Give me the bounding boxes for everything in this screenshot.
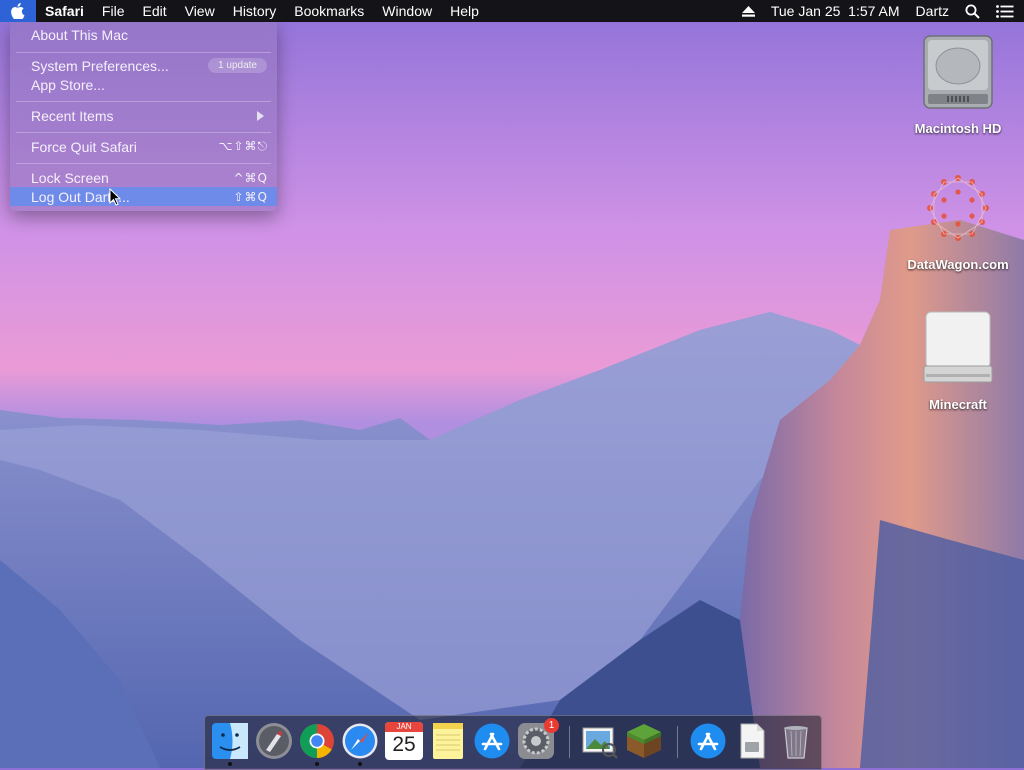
menu-separator <box>16 132 271 133</box>
notification-center-icon[interactable] <box>996 4 1014 18</box>
menu-help[interactable]: Help <box>441 0 488 22</box>
menu-separator <box>16 163 271 164</box>
preview-icon[interactable] <box>581 722 619 760</box>
desktop-item-macintosh-hd[interactable]: Macintosh HD <box>903 32 1013 136</box>
menu-item-label: Recent Items <box>31 107 114 124</box>
menu-item-label: App Store... <box>31 76 105 93</box>
safari-icon[interactable] <box>341 722 379 760</box>
spotlight-search-icon[interactable] <box>965 4 980 19</box>
running-indicator <box>315 762 319 766</box>
chrome-icon[interactable] <box>298 722 336 760</box>
trash-icon[interactable] <box>777 722 815 760</box>
app-store-icon[interactable] <box>473 722 511 760</box>
system-preferences-icon[interactable]: 1 <box>517 718 559 760</box>
menu-view[interactable]: View <box>176 0 224 22</box>
menu-file[interactable]: File <box>93 0 134 22</box>
menu-item-app-store[interactable]: App Store... <box>10 75 277 94</box>
menu-item-label: System Preferences... <box>31 57 169 74</box>
hard-drive-icon <box>923 35 993 109</box>
finder-icon[interactable] <box>211 722 249 760</box>
menu-separator <box>16 52 271 53</box>
menu-item-log-out[interactable]: Log Out Dartz... ⇧⌘Q <box>10 187 277 206</box>
launchpad-icon[interactable] <box>255 722 293 760</box>
submenu-arrow-icon <box>257 111 264 121</box>
apple-menu-button[interactable] <box>0 0 36 22</box>
menu-item-system-preferences[interactable]: System Preferences... 1 update <box>10 56 277 75</box>
menu-bookmarks[interactable]: Bookmarks <box>285 0 373 22</box>
apple-menu-dropdown: About This Mac System Preferences... 1 u… <box>10 22 277 211</box>
menu-item-label: Lock Screen <box>31 169 109 186</box>
calendar-icon[interactable]: JAN 25 <box>385 722 423 760</box>
desktop-item-datawagon[interactable]: DataWagon.com <box>903 170 1013 272</box>
dock-separator <box>569 726 570 758</box>
menu-edit[interactable]: Edit <box>133 0 175 22</box>
mouse-cursor-icon <box>109 188 121 206</box>
dock: JAN 25 1 <box>204 715 822 770</box>
running-indicator <box>228 762 232 766</box>
downloads-app-store-icon[interactable] <box>689 722 727 760</box>
desktop-item-label: Macintosh HD <box>914 121 1002 136</box>
menu-separator <box>16 101 271 102</box>
menu-item-recent-items[interactable]: Recent Items <box>10 106 277 125</box>
shortcut-log-out: ⇧⌘Q <box>233 189 268 204</box>
calendar-month: JAN <box>385 722 423 732</box>
menu-item-about-this-mac[interactable]: About This Mac <box>10 25 277 44</box>
external-drive-icon <box>923 311 993 383</box>
menu-item-lock-screen[interactable]: Lock Screen ^⌘Q <box>10 168 277 187</box>
calendar-day: 25 <box>392 733 416 756</box>
datawagon-logo-icon <box>927 175 989 241</box>
notes-icon[interactable] <box>429 722 467 760</box>
update-badge: 1 update <box>208 58 267 73</box>
running-indicator <box>358 762 362 766</box>
desktop-item-minecraft[interactable]: Minecraft <box>903 308 1013 412</box>
minecraft-icon[interactable] <box>625 722 663 760</box>
dock-separator <box>677 726 678 758</box>
menu-window[interactable]: Window <box>373 0 441 22</box>
desktop-item-label: DataWagon.com <box>907 257 1009 272</box>
document-icon[interactable] <box>733 722 771 760</box>
menu-history[interactable]: History <box>224 0 286 22</box>
menu-user[interactable]: Dartz <box>916 3 949 19</box>
menu-item-label: Force Quit Safari <box>31 138 137 155</box>
menu-clock[interactable]: Tue Jan 25 1:57 AM <box>771 3 900 19</box>
eject-icon[interactable] <box>741 5 755 17</box>
shortcut-force-quit: ⌥⇧⌘⎋ <box>218 139 268 153</box>
menu-app-safari[interactable]: Safari <box>36 0 93 22</box>
apple-icon <box>11 3 25 19</box>
notification-badge: 1 <box>544 718 559 733</box>
menu-item-force-quit[interactable]: Force Quit Safari ⌥⇧⌘⎋ <box>10 137 277 156</box>
desktop-item-label: Minecraft <box>929 397 987 412</box>
menu-item-label: About This Mac <box>31 26 129 43</box>
menu-bar: Safari File Edit View History Bookmarks … <box>0 0 1024 22</box>
shortcut-lock-screen: ^⌘Q <box>233 170 268 185</box>
